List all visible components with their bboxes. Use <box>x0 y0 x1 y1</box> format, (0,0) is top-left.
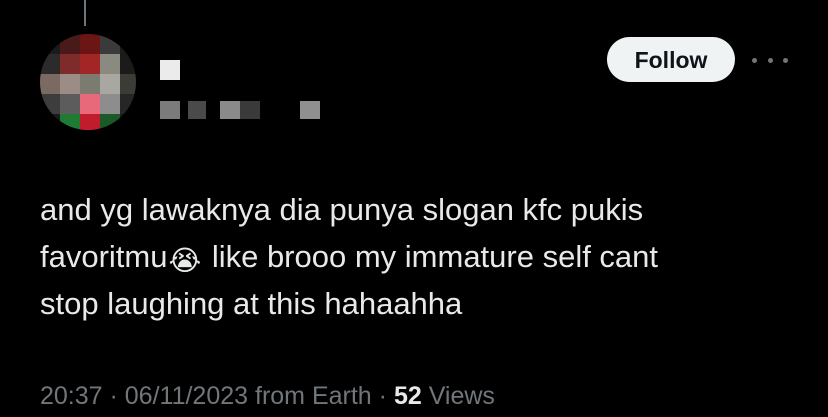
avatar-pixel <box>80 114 100 130</box>
avatar-pixel <box>60 94 80 114</box>
tweet-text: and yg lawaknya dia punya slogan kfc puk… <box>40 186 820 327</box>
tweet-date[interactable]: 06/11/2023 <box>125 382 248 410</box>
avatar-pixel <box>100 114 120 130</box>
more-dot <box>752 57 757 63</box>
more-dot <box>767 57 773 63</box>
avatar-pixel <box>40 74 60 94</box>
avatar-pixel <box>80 94 100 114</box>
avatar-pixel <box>60 114 80 130</box>
avatar-pixel <box>40 54 60 74</box>
avatar-pixel <box>100 54 120 74</box>
loudly-crying-face-emoji: 😭 <box>168 244 202 277</box>
display-name-redacted[interactable] <box>160 60 180 80</box>
avatar-pixel <box>80 54 100 74</box>
handle-redacted <box>188 101 206 119</box>
avatar-pixel <box>80 74 100 94</box>
avatar-pixel <box>80 34 100 54</box>
avatar-pixel <box>40 94 60 114</box>
avatar-pixel <box>120 94 136 114</box>
handle-redacted <box>240 101 260 119</box>
separator: · <box>102 382 125 410</box>
tweet-source: from Earth <box>248 382 372 410</box>
more-dot <box>783 57 788 63</box>
handle-redacted <box>220 101 240 119</box>
avatar-pixel <box>100 94 120 114</box>
views-count[interactable]: 52 <box>394 382 422 410</box>
views-label: Views <box>421 382 495 410</box>
tweet-metadata: 20:37 · 06/11/2023 from Earth · 52 Views <box>40 380 495 412</box>
avatar-pixel <box>60 54 80 74</box>
avatar-pixel <box>120 74 136 94</box>
avatar-pixel <box>60 74 80 94</box>
thread-connector-line <box>84 0 86 26</box>
more-horizontal-icon[interactable] <box>752 48 788 72</box>
separator: · <box>371 382 394 410</box>
follow-button[interactable]: Follow <box>607 37 735 82</box>
handle-redacted <box>300 101 320 119</box>
handle-redacted <box>160 101 180 119</box>
avatar-pixel <box>60 34 80 54</box>
avatar-pixel <box>100 74 120 94</box>
tweet-time[interactable]: 20:37 <box>40 382 103 410</box>
avatar-pixel <box>100 34 120 54</box>
avatar[interactable] <box>40 34 136 130</box>
